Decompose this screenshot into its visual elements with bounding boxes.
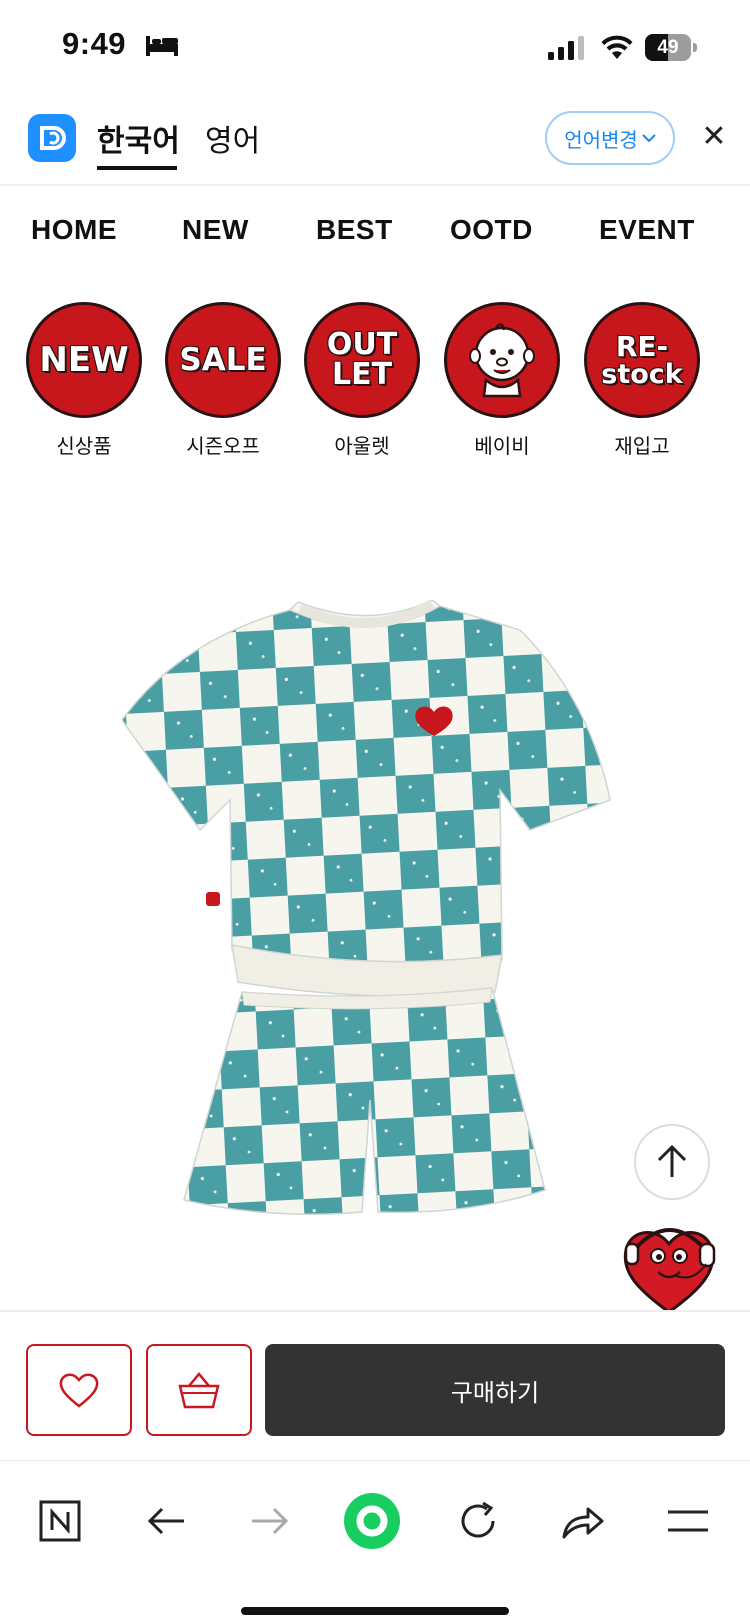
battery-icon: 49 xyxy=(645,34,697,61)
category-label: 재입고 xyxy=(614,434,670,458)
tab-korean[interactable]: 한국어 xyxy=(97,116,180,160)
category-label: 시즌오프 xyxy=(186,434,260,458)
basket-icon xyxy=(178,1372,220,1409)
nav-ootd[interactable]: OOTD xyxy=(450,214,533,246)
close-icon[interactable]: ✕ xyxy=(697,120,731,154)
nav-best[interactable]: BEST xyxy=(316,214,393,246)
papago-icon[interactable] xyxy=(28,114,76,162)
arrow-up-icon xyxy=(657,1145,687,1177)
forward-arrow-icon[interactable] xyxy=(240,1491,300,1551)
wifi-icon xyxy=(601,35,633,59)
product-image xyxy=(121,600,611,1216)
category-outlet-badge: OUT LET xyxy=(304,302,420,418)
category-baby[interactable]: 베이비 xyxy=(442,302,562,459)
category-new[interactable]: NEW 신상품 xyxy=(24,302,144,459)
cart-button[interactable] xyxy=(146,1344,252,1436)
battery-level: 49 xyxy=(657,37,679,58)
menu-icon[interactable] xyxy=(658,1491,718,1551)
category-outlet[interactable]: OUT LET 아울렛 xyxy=(302,302,422,459)
active-tab-indicator xyxy=(97,166,177,170)
browser-toolbar xyxy=(0,1460,750,1623)
tab-english[interactable]: 영어 xyxy=(205,116,260,160)
reload-icon[interactable] xyxy=(448,1491,508,1551)
language-change-button[interactable]: 언어변경 xyxy=(545,111,675,165)
baby-face-icon xyxy=(469,323,535,398)
naver-green-dot-icon[interactable] xyxy=(342,1491,402,1551)
category-new-badge: NEW xyxy=(26,302,142,418)
share-icon[interactable] xyxy=(552,1491,612,1551)
language-change-label: 언어변경 xyxy=(564,127,638,152)
wishlist-button[interactable] xyxy=(26,1344,132,1436)
chatbot-mascot-icon[interactable] xyxy=(614,1212,724,1322)
category-restock[interactable]: RE- stock 재입고 xyxy=(582,302,702,459)
naver-n-icon[interactable] xyxy=(30,1491,90,1551)
status-time: 9:49 xyxy=(62,26,127,61)
category-restock-badge: RE- stock xyxy=(584,302,700,418)
chevron-down-icon xyxy=(642,134,656,143)
category-label: 아울렛 xyxy=(334,434,390,458)
bed-icon xyxy=(146,36,178,56)
category-baby-badge xyxy=(444,302,560,418)
status-bar: 9:49 49 xyxy=(0,0,750,96)
nav-home[interactable]: HOME xyxy=(31,214,117,246)
heart-icon xyxy=(59,1373,99,1408)
nav-event[interactable]: EVENT xyxy=(599,214,695,246)
scroll-to-top-button[interactable] xyxy=(634,1124,710,1200)
category-label: 신상품 xyxy=(56,434,112,458)
category-label: 베이비 xyxy=(474,434,530,458)
main-nav: HOME NEW BEST OOTD EVENT xyxy=(0,186,750,276)
nav-new[interactable]: NEW xyxy=(182,214,249,246)
signal-icon xyxy=(548,36,584,60)
category-sale[interactable]: SALE 시즌오프 xyxy=(163,302,283,459)
translate-bar: 한국어 영어 언어변경 ✕ xyxy=(0,96,750,186)
back-arrow-icon[interactable] xyxy=(136,1491,196,1551)
buy-button[interactable]: 구매하기 xyxy=(265,1344,725,1436)
home-indicator xyxy=(241,1607,509,1615)
category-sale-badge: SALE xyxy=(165,302,281,418)
purchase-action-bar: 구매하기 xyxy=(0,1310,750,1460)
